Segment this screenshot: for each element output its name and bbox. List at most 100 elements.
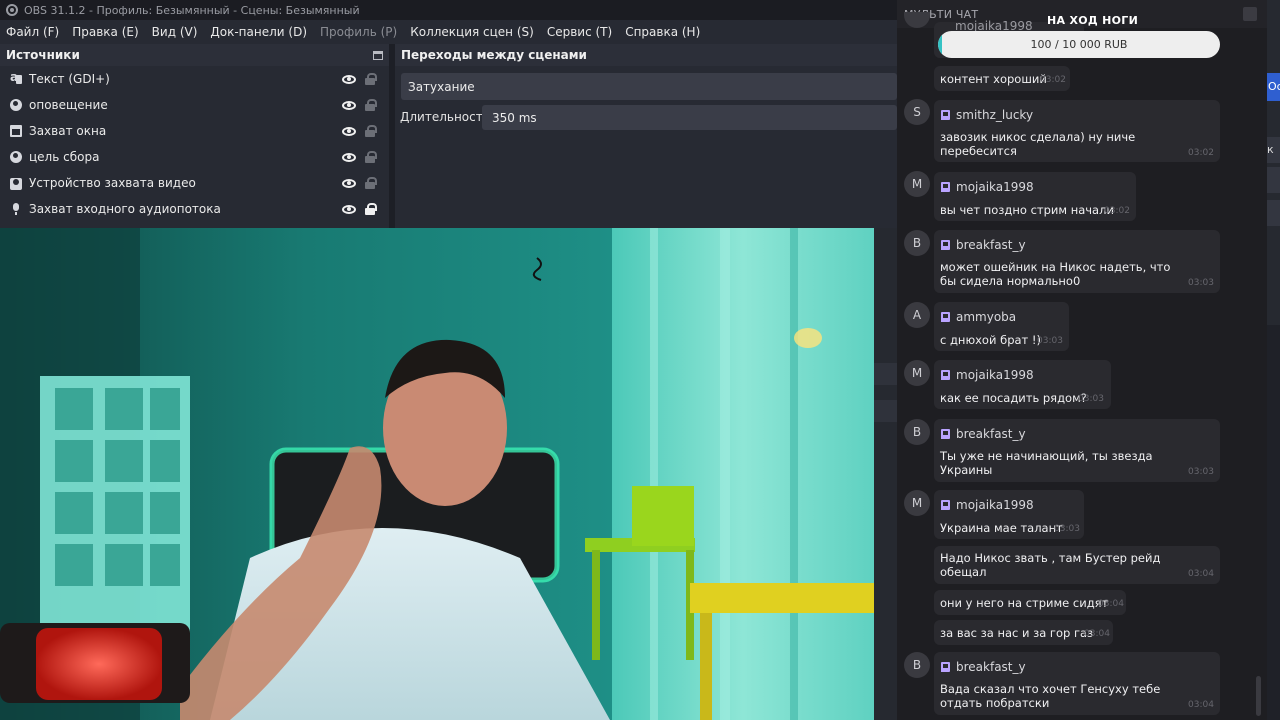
username: breakfast_y (956, 238, 1026, 252)
text-icon (10, 70, 22, 85)
webcam-preview (0, 228, 874, 720)
eye-icon[interactable] (342, 152, 356, 162)
donation-goal-bar: 100 / 10 000 RUB (938, 31, 1220, 58)
microphone-icon (10, 203, 22, 215)
username: mojaika1998 (956, 498, 1034, 512)
twitch-icon (941, 110, 950, 120)
menu-edit[interactable]: Правка (E) (72, 25, 138, 39)
message-time: 03:04 (1084, 629, 1110, 639)
avatar: B (904, 419, 930, 445)
chat-message: за вас за нас и за гор газ 03:04 (934, 620, 1113, 645)
eye-icon[interactable] (342, 100, 356, 110)
message-time: 03:03 (1188, 467, 1214, 477)
lock-icon[interactable] (365, 203, 377, 215)
message-text: Надо Никос звать , там Бустер рейд обеща… (940, 551, 1161, 579)
source-item-alert[interactable]: оповещение (0, 92, 389, 118)
webcam-image (0, 228, 874, 720)
avatar: M (904, 360, 930, 386)
twitch-icon (941, 240, 950, 250)
obs-right-edge: Ос к (1267, 0, 1280, 720)
duration-label: Длительность (400, 110, 490, 124)
chat-message: breakfast_y Вада сказал что хочет Генсух… (934, 652, 1220, 715)
twitch-icon (941, 500, 950, 510)
controls-panel-fragment (1267, 325, 1280, 720)
message-time: 03:03 (1078, 394, 1104, 404)
menu-file[interactable]: Файл (F) (6, 25, 59, 39)
chat-message: ammyoba с днюхой брат !) 03:03 (934, 302, 1069, 351)
duration-input[interactable]: 350 ms (482, 105, 897, 130)
message-time: 03:03 (1054, 524, 1080, 534)
unlock-icon[interactable] (365, 151, 377, 163)
source-label: оповещение (29, 98, 108, 112)
chat-scrollbar[interactable] (1256, 676, 1261, 716)
message-text: с днюхой брат !) (940, 333, 1041, 347)
message-text: Ты уже не начинающий, ты звезда Украины (940, 449, 1153, 477)
source-label: Захват окна (29, 124, 107, 138)
message-text: контент хороший (940, 72, 1047, 86)
avatar: M (904, 490, 930, 516)
chat-message: mojaika1998 вы чет поздно стрим начали 0… (934, 172, 1136, 221)
source-label: Захват входного аудиопотока (29, 202, 221, 216)
transitions-dock: Переходы между сценами Затухание Длитель… (395, 44, 897, 228)
username: breakfast_y (956, 427, 1026, 441)
source-item-window-capture[interactable]: Захват окна (0, 118, 389, 144)
source-item-video-capture[interactable]: Устройство захвата видео (0, 170, 389, 196)
source-item-audio-input[interactable]: Захват входного аудиопотока (0, 196, 389, 222)
menu-profile[interactable]: Профиль (P) (320, 25, 397, 39)
controls-button-fragment[interactable]: Ос (1267, 73, 1280, 101)
eye-icon[interactable] (342, 126, 356, 136)
chat-message: они у него на стриме сидят 03:04 (934, 590, 1126, 615)
twitch-icon (941, 662, 950, 672)
message-text: они у него на стриме сидят (940, 596, 1109, 610)
menu-scene-collection[interactable]: Коллекция сцен (S) (410, 25, 534, 39)
controls-button-fragment-3[interactable] (1267, 167, 1280, 193)
twitch-icon (941, 182, 950, 192)
source-item-text[interactable]: Текст (GDI+) (0, 66, 389, 92)
sources-dock: Источники Текст (GDI+) оповещение Захват… (0, 44, 392, 228)
chat-message: контент хороший 03:02 (934, 66, 1070, 91)
multichat-panel: МУЛЬТИ ЧАТ mojaika1998 НА ХОД НОГИ 100 /… (897, 0, 1267, 720)
chat-message: breakfast_y Ты уже не начинающий, ты зве… (934, 419, 1220, 482)
eye-icon[interactable] (342, 178, 356, 188)
avatar: M (904, 171, 930, 197)
menu-help[interactable]: Справка (H) (625, 25, 700, 39)
chat-message: mojaika1998 Украина мае талант 03:03 (934, 490, 1084, 539)
message-time: 03:03 (1037, 336, 1063, 346)
chat-message: smithz_lucky завозик никос сделала) ну н… (934, 100, 1220, 162)
globe-icon (10, 99, 22, 111)
unlock-icon[interactable] (365, 99, 377, 111)
unlock-icon[interactable] (365, 125, 377, 137)
transition-select[interactable]: Затухание (401, 73, 897, 100)
close-button[interactable] (1243, 7, 1257, 21)
transitions-dock-header: Переходы между сценами (395, 44, 897, 66)
unlock-icon[interactable] (365, 73, 377, 85)
eye-icon[interactable] (342, 74, 356, 84)
avatar: A (904, 302, 930, 328)
window-icon (10, 125, 22, 137)
username: mojaika1998 (956, 368, 1034, 382)
controls-button-fragment-2[interactable]: к (1267, 137, 1280, 163)
twitch-icon (941, 370, 950, 380)
message-text: завозик никос сделала) ну ниче перебесит… (940, 130, 1136, 158)
twitch-icon (941, 429, 950, 439)
avatar: B (904, 652, 930, 678)
message-time: 03:04 (1098, 599, 1124, 609)
controls-button-fragment-4[interactable] (1267, 200, 1280, 226)
obs-logo-icon (6, 4, 18, 16)
undock-icon[interactable] (373, 50, 383, 60)
chat-message: breakfast_y может ошейник на Никос надет… (934, 230, 1220, 293)
unlock-icon[interactable] (365, 177, 377, 189)
side-panel-row (874, 400, 897, 422)
globe-icon (10, 151, 22, 163)
username: smithz_lucky (956, 108, 1034, 122)
sources-dock-header: Источники (0, 44, 389, 66)
preview-side-panel (874, 228, 897, 720)
eye-icon[interactable] (342, 204, 356, 214)
source-item-goal[interactable]: цель сбора (0, 144, 389, 170)
menu-tools[interactable]: Сервис (T) (547, 25, 612, 39)
menu-docks[interactable]: Док-панели (D) (210, 25, 307, 39)
username: ammyoba (956, 310, 1017, 324)
avatar: S (904, 99, 930, 125)
message-text: за вас за нас и за гор газ (940, 626, 1094, 640)
menu-view[interactable]: Вид (V) (152, 25, 198, 39)
